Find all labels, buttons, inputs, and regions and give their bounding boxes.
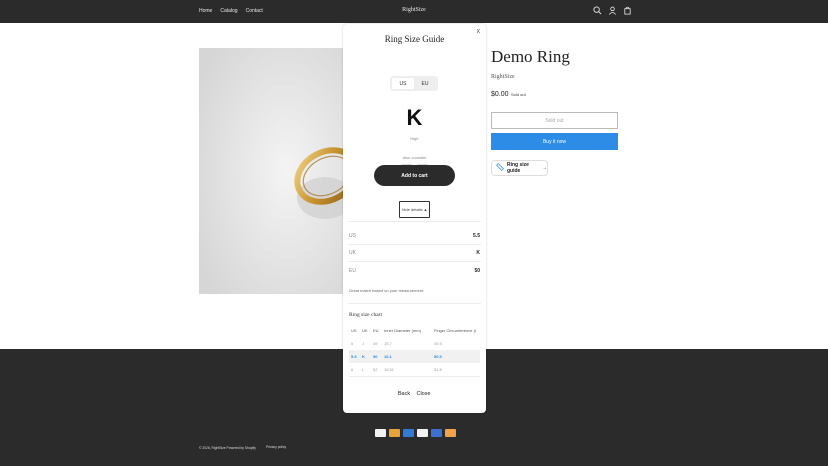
ring-size-guide-button[interactable]: Ring size guide →	[491, 160, 548, 176]
recommended-size: K	[406, 105, 423, 130]
match-message: Great match based on your measurement.	[349, 288, 425, 293]
detail-key: US	[349, 233, 356, 239]
table-cell: 50	[373, 354, 378, 359]
product-vendor: RightSize	[491, 74, 515, 80]
table-cell: 5	[351, 341, 354, 346]
size-chart-table: US UK EU Inner Diameter (mm) Finger Circ…	[349, 324, 480, 377]
table-cell: 52	[373, 367, 378, 372]
discover-icon	[445, 429, 456, 437]
divider	[348, 221, 481, 222]
detail-key: UK	[349, 250, 356, 256]
sold-out-badge: Sold out	[511, 92, 526, 97]
cart-icon[interactable]	[623, 6, 632, 15]
privacy-policy-link[interactable]: Privacy policy	[266, 445, 286, 449]
modal-title: Ring Size Guide	[384, 34, 445, 44]
detail-row-uk: UK K	[349, 250, 480, 256]
table-header-cell: Finger Circumference (r	[434, 328, 477, 333]
arrow-right-icon: →	[542, 165, 547, 171]
table-cell: 16.1	[384, 354, 392, 359]
back-button[interactable]: Back	[398, 387, 410, 401]
close-button[interactable]: Close	[416, 387, 431, 401]
toggle-eu[interactable]: EU	[414, 78, 436, 89]
detail-value: 5.5	[473, 233, 480, 239]
table-header-cell: US	[351, 328, 357, 333]
product-title: Demo Ring	[491, 47, 570, 66]
table-cell: 49.3	[434, 341, 442, 346]
fit-label: High	[410, 136, 419, 141]
detail-row-eu: EU 50	[349, 268, 480, 274]
buy-now-button[interactable]: Buy it now	[491, 133, 618, 150]
search-icon[interactable]	[593, 6, 602, 15]
table-cell: 16.51	[384, 367, 395, 372]
table-header-cell: Inner Diameter (mm)	[384, 328, 421, 333]
header-icons	[593, 6, 632, 15]
hide-details-button[interactable]: Hide details ▲	[399, 201, 430, 218]
divider	[348, 244, 481, 245]
site-header: Home Catalog Contact RightSize	[0, 0, 828, 23]
detail-value: K	[476, 250, 480, 256]
visa-icon	[375, 429, 386, 437]
product-image[interactable]	[199, 48, 345, 294]
table-cell: K	[362, 354, 365, 359]
table-row: 6 L 52 16.51 51.8	[349, 363, 480, 376]
table-cell: 15.7	[384, 341, 392, 346]
mastercard-icon	[389, 429, 400, 437]
add-to-cart-button[interactable]: Add to cart	[374, 165, 455, 186]
divider	[348, 261, 481, 262]
hide-details-label: Hide details	[401, 207, 423, 212]
detail-value: 50	[474, 268, 480, 274]
ruler-icon	[496, 163, 504, 173]
table-row: 5 J 49 15.7 49.3	[349, 337, 480, 350]
payment-icons	[375, 429, 456, 437]
amex-icon	[403, 429, 414, 437]
size-chart-title: Ring size chart	[349, 312, 382, 318]
table-cell: 6	[351, 367, 354, 372]
chevron-up-icon: ▲	[423, 207, 428, 212]
detail-key: EU	[349, 268, 356, 274]
table-cell: 49	[373, 341, 378, 346]
sold-out-button[interactable]: Sold out	[491, 112, 618, 129]
table-row-highlighted: 5.5 K 50 16.1 50.5	[349, 350, 480, 363]
ring-size-guide-modal: X Ring Size Guide US EU K High Also cons…	[343, 24, 486, 413]
table-cell: J	[362, 341, 364, 346]
table-cell: L	[362, 367, 365, 372]
also-consider-label: Also consider	[402, 155, 427, 160]
table-header-cell: UK	[362, 328, 368, 333]
product-price: $0.00	[491, 91, 509, 98]
account-icon[interactable]	[608, 6, 617, 15]
copyright-text: © 2026, RightSize Powered by Shopify	[199, 446, 256, 450]
ring-size-guide-label: Ring size guide	[507, 162, 529, 174]
detail-row-us: US 5.5	[349, 233, 480, 239]
divider	[348, 303, 481, 304]
ring-illustration	[199, 48, 345, 294]
diners-icon	[431, 429, 442, 437]
table-cell: 5.5	[351, 354, 357, 359]
table-header: US UK EU Inner Diameter (mm) Finger Circ…	[349, 324, 480, 337]
unit-toggle: US EU	[390, 76, 438, 91]
paypal-icon	[417, 429, 428, 437]
table-cell: 50.5	[434, 354, 442, 359]
table-cell: 51.8	[434, 367, 442, 372]
toggle-us[interactable]: US	[392, 78, 414, 89]
brand-logo[interactable]: RightSize	[0, 7, 828, 13]
table-header-cell: EU	[373, 328, 379, 333]
